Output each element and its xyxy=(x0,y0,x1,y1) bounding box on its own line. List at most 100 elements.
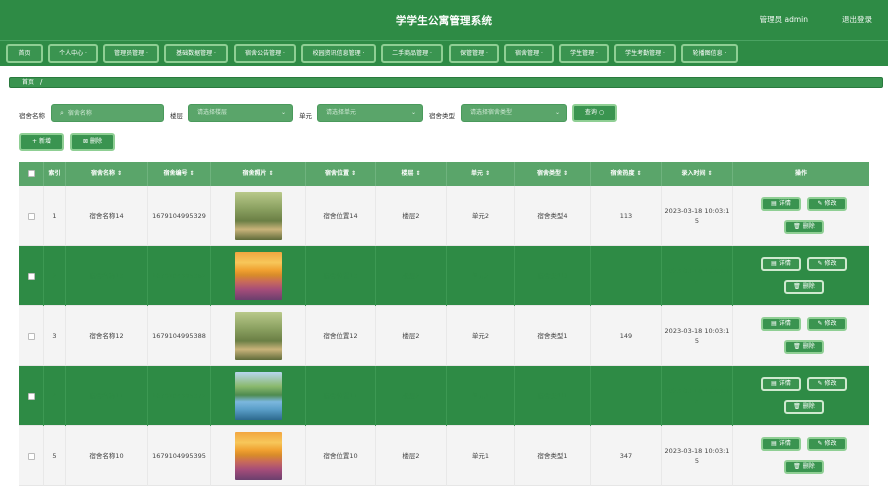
row-dorm-photo-cell xyxy=(211,366,306,426)
dorm-type-select[interactable]: 请选择宿舍类型 ⌄ xyxy=(461,104,567,122)
menu-item-profile[interactable]: 个人中心 · xyxy=(48,44,98,63)
header-index: 索引 xyxy=(44,162,66,186)
delete-button[interactable]: 🗑 删除 xyxy=(784,340,824,354)
row-dorm-type: 宿舍类型1 xyxy=(515,306,591,366)
row-dorm-location: 宿舍位置11 xyxy=(306,366,376,426)
row-entry-time: 2023-03-18 10:03:1 5 xyxy=(662,306,733,366)
menu-item-news[interactable]: 校园资讯信息管理 · xyxy=(301,44,376,63)
header-unit[interactable]: 单元 ⇕ xyxy=(447,162,515,186)
row-index: 4 xyxy=(44,366,66,426)
header-floor[interactable]: 楼层 ⇕ xyxy=(376,162,447,186)
delete-button-label: 删除 xyxy=(802,283,815,290)
row-unit: 单元1 xyxy=(447,366,515,426)
delete-button[interactable]: 🗑 删除 xyxy=(784,220,824,234)
delete-button[interactable]: 🗑 删除 xyxy=(784,460,824,474)
row-dorm-heat xyxy=(591,246,662,306)
chevron-down-icon: ⌄ xyxy=(554,109,560,116)
table-header: 索引 宿舍名称 ⇕ 宿舍编号 ⇕ 宿舍照片 ⇕ 宿舍位置 ⇕ 楼层 ⇕ 单元 ⇕… xyxy=(19,162,869,186)
menu-item-admin[interactable]: 管理员管理 · xyxy=(103,44,159,63)
row-select-cell[interactable] xyxy=(19,246,44,306)
detail-icon: ▤ xyxy=(771,320,777,327)
header-dorm-type[interactable]: 宿舍类型 ⇕ xyxy=(515,162,591,186)
row-floor: 楼层2 xyxy=(376,426,447,486)
menu-item-student[interactable]: 学生管理 · xyxy=(559,44,609,63)
row-index: 5 xyxy=(44,426,66,486)
row-checkbox[interactable] xyxy=(27,452,35,460)
row-select-cell[interactable] xyxy=(19,366,44,426)
batch-delete-button[interactable]: ⊠ 删除 xyxy=(70,133,115,151)
trash-icon: 🗑 xyxy=(793,223,801,230)
edit-button[interactable]: ✎ 修改 xyxy=(807,317,847,331)
header-dorm-name[interactable]: 宿舍名称 ⇕ xyxy=(66,162,148,186)
row-index: 1 xyxy=(44,186,66,246)
dorm-photo-forest-path xyxy=(234,312,282,360)
entry-time-line2: 5 xyxy=(694,397,700,405)
row-checkbox[interactable] xyxy=(27,272,35,280)
row-dorm-location: 宿舍位置10 xyxy=(306,426,376,486)
menu-item-carousel[interactable]: 轮播图信息 · xyxy=(681,44,738,63)
header-dorm-location[interactable]: 宿舍位置 ⇕ xyxy=(306,162,376,186)
row-dorm-photo-cell xyxy=(211,186,306,246)
dorm-name-input[interactable]: ⌕ 宿舍名称 xyxy=(51,104,164,122)
select-all-checkbox[interactable] xyxy=(27,170,35,177)
row-dorm-code: 1679104995362 xyxy=(148,246,211,306)
menu-item-home[interactable]: 首页 xyxy=(6,44,43,63)
menu-item-storage[interactable]: 保管管理 · xyxy=(449,44,499,63)
breadcrumb-home[interactable]: 首页 xyxy=(22,78,34,87)
edit-button[interactable]: ✎ 修改 xyxy=(807,437,847,451)
row-checkbox[interactable] xyxy=(27,392,35,400)
menu-item-notice[interactable]: 宿舍公告管理 · xyxy=(234,44,296,63)
unit-select[interactable]: 请选择单元 ⌄ xyxy=(317,104,423,122)
menu-item-dorm[interactable]: 宿舍管理 · xyxy=(504,44,554,63)
row-select-cell[interactable] xyxy=(19,426,44,486)
header-dorm-code[interactable]: 宿舍编号 ⇕ xyxy=(148,162,211,186)
delete-button[interactable]: 🗑 删除 xyxy=(784,280,824,294)
detail-button[interactable]: ▤ 详情 xyxy=(761,257,801,271)
detail-icon: ▤ xyxy=(771,260,777,267)
header-select-all[interactable] xyxy=(19,162,44,186)
row-unit: 单元1 xyxy=(447,426,515,486)
floor-select[interactable]: 请选择楼层 ⌄ xyxy=(188,104,293,122)
trash-icon: 🗑 xyxy=(793,463,801,470)
header-dorm-photo[interactable]: 宿舍照片 ⇕ xyxy=(211,162,306,186)
header-entry-time[interactable]: 录入时间 ⇕ xyxy=(662,162,733,186)
delete-button[interactable]: 🗑 删除 xyxy=(784,400,824,414)
logout-link[interactable]: 退出登录 xyxy=(842,14,872,25)
edit-button[interactable]: ✎ 修改 xyxy=(807,197,847,211)
row-dorm-type: 宿舍类型1 xyxy=(515,426,591,486)
detail-icon: ▤ xyxy=(771,440,777,447)
detail-button-label: 详情 xyxy=(778,380,791,387)
detail-button[interactable]: ▤ 详情 xyxy=(761,197,801,211)
dorm-name-placeholder: 宿舍名称 xyxy=(67,110,92,117)
top-header: 学学生公寓管理系统 管理员 admin 退出登录 xyxy=(0,0,888,40)
menu-item-secondhand[interactable]: 二手商品管理 · xyxy=(381,44,443,63)
edit-button-label: 修改 xyxy=(824,200,837,207)
row-checkbox[interactable] xyxy=(27,332,35,340)
query-button[interactable]: 查询 ○ xyxy=(572,104,617,122)
row-dorm-type: 宿舍类型4 xyxy=(515,186,591,246)
row-dorm-photo-cell xyxy=(211,306,306,366)
app-title: 学学生公寓管理系统 xyxy=(395,15,493,27)
edit-button[interactable]: ✎ 修改 xyxy=(807,377,847,391)
row-operations: ▤ 详情 ✎ 修改 🗑 删除 xyxy=(733,366,869,426)
delete-button-label: 删除 xyxy=(802,403,815,410)
header-dorm-heat[interactable]: 宿舍热度 ⇕ xyxy=(591,162,662,186)
detail-button-label: 详情 xyxy=(778,440,791,447)
row-checkbox[interactable] xyxy=(27,212,35,220)
header-operations: 操作 xyxy=(794,170,807,177)
row-select-cell[interactable] xyxy=(19,306,44,366)
menu-item-attendance[interactable]: 学生考勤管理 · xyxy=(614,44,676,63)
add-button[interactable]: + 新增 xyxy=(19,133,64,151)
row-select-cell[interactable] xyxy=(19,186,44,246)
search-icon: ⌕ xyxy=(60,109,64,117)
menu-item-basedata[interactable]: 基础数据管理 · xyxy=(164,44,228,63)
row-dorm-location: 宿舍位置13 xyxy=(306,246,376,306)
edit-button[interactable]: ✎ 修改 xyxy=(807,257,847,271)
row-entry-time: 2023-03-18 10:03:1 5 xyxy=(662,246,733,306)
detail-button[interactable]: ▤ 详情 xyxy=(761,377,801,391)
entry-time-line2: 5 xyxy=(694,457,700,465)
detail-button[interactable]: ▤ 详情 xyxy=(761,317,801,331)
detail-button[interactable]: ▤ 详情 xyxy=(761,437,801,451)
row-floor: 楼层2 xyxy=(376,306,447,366)
edit-icon: ✎ xyxy=(817,200,823,207)
